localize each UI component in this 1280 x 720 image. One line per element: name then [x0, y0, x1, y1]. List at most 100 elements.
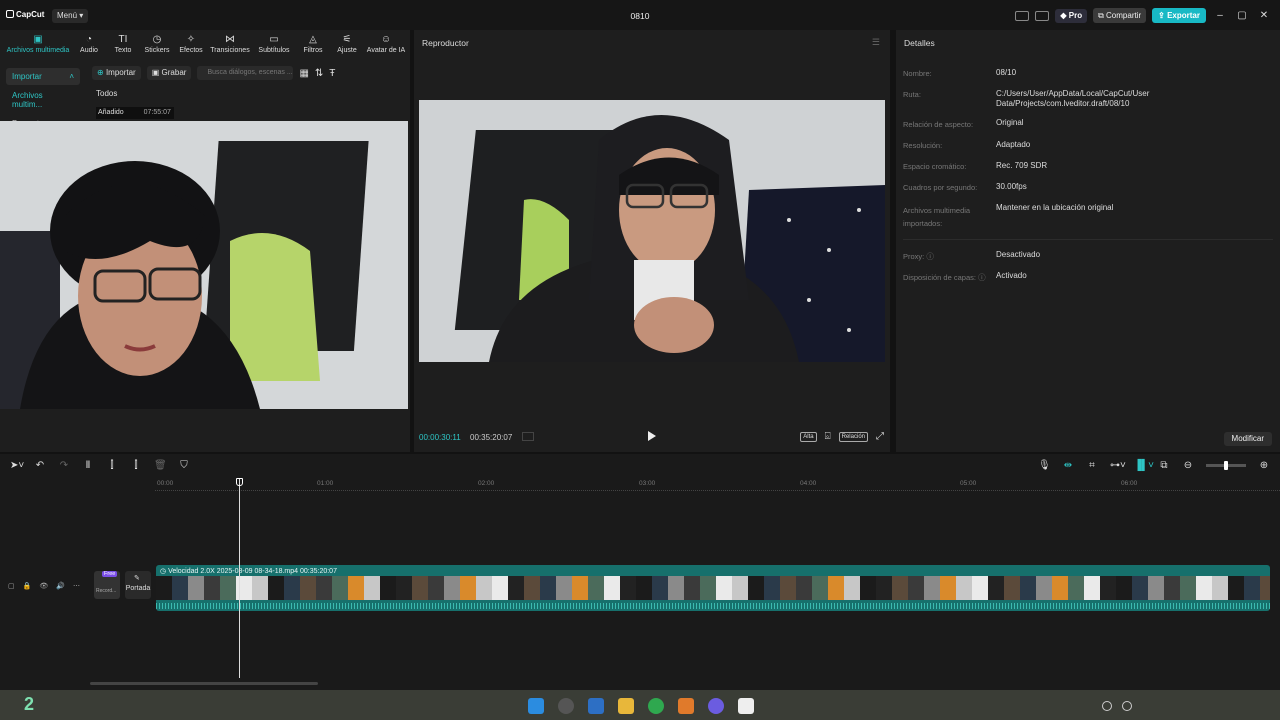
playhead-handle[interactable] — [236, 478, 243, 486]
info-icon[interactable]: ⓘ — [978, 273, 986, 282]
filter-icon[interactable]: Ŧ — [329, 68, 335, 79]
link-icon[interactable]: ⇹ — [1062, 460, 1074, 471]
clip-frame — [412, 576, 428, 600]
minimize-icon[interactable]: – — [1212, 10, 1228, 21]
quality-button[interactable]: Alta — [800, 431, 817, 442]
time-ruler[interactable]: 00:00 01:00 02:00 03:00 04:00 05:00 06:0… — [155, 480, 1280, 492]
timeline-scrollbar[interactable] — [90, 682, 318, 685]
tab-adjust[interactable]: ⚟ Ajuste — [330, 32, 364, 54]
chrome-icon[interactable] — [648, 698, 664, 714]
trim-right-icon[interactable]: ⫿ — [130, 460, 142, 471]
ratio-button[interactable]: Relación — [838, 431, 868, 442]
import-button[interactable]: ⊕ Importar — [92, 66, 141, 80]
tab-audio[interactable]: ◔ Audio — [72, 32, 106, 54]
volume-icon[interactable]: 🔊 — [56, 582, 65, 590]
share-button[interactable]: ⧉ Compartir — [1093, 8, 1147, 23]
search-icon[interactable] — [558, 698, 574, 714]
track-toggle-icon[interactable]: ▢ — [8, 582, 15, 590]
app-icon[interactable] — [678, 698, 694, 714]
zoom-out-icon[interactable]: ⊖ — [1182, 460, 1194, 471]
tab-subtitles[interactable]: ▭ Subtítulos — [252, 32, 296, 54]
snap-icon[interactable]: ⌗ — [1086, 460, 1098, 471]
total-time: 00:35:20:07 — [470, 433, 513, 442]
clip-frame — [812, 576, 828, 600]
sort-icon[interactable]: ⇅ — [315, 68, 323, 79]
detail-label-imported: Archivos multimedia importados: — [903, 206, 971, 228]
zoom-in-icon[interactable]: ⊕ — [1258, 460, 1270, 471]
microphone-icon[interactable]: 🎙 — [1038, 460, 1051, 471]
screenshot-icon[interactable]: ⌺ — [825, 431, 831, 442]
video-clip[interactable]: ◷ Velocidad 2.0X 2025-08-09 08-34-18.mp4… — [156, 565, 1270, 611]
caption-icon[interactable]: ⧉ — [1158, 460, 1170, 471]
tab-ai-avatar[interactable]: ☺ Avatar de IA — [364, 32, 408, 54]
grid-view-icon[interactable]: ▦ — [299, 68, 308, 79]
pro-button[interactable]: ◆ Pro — [1055, 8, 1088, 23]
maximize-icon[interactable]: ▢ — [1234, 10, 1250, 21]
media-thumbnail[interactable]: Añadido 07:55:07 — [96, 107, 174, 119]
clip-frame — [172, 576, 188, 600]
timecode-toggle-icon[interactable] — [522, 432, 534, 441]
chain-icon[interactable]: ⊶˅ — [1110, 460, 1126, 471]
fullscreen-icon[interactable]: ⤢ — [876, 431, 884, 442]
split-icon[interactable]: Ⅱ — [82, 460, 94, 471]
search-input[interactable]: Busca diálogos, escenas ... — [197, 66, 294, 80]
tab-text[interactable]: TI Texto — [106, 32, 140, 54]
clip-frame — [716, 576, 732, 600]
layout-icon[interactable] — [1015, 10, 1030, 21]
capcut-taskbar-icon[interactable] — [738, 698, 754, 714]
preview-axis-icon[interactable]: ▐▌˅ — [1134, 460, 1154, 471]
info-icon[interactable]: ⓘ — [926, 252, 934, 261]
tab-stickers[interactable]: ◷ Stickers — [140, 32, 174, 54]
pro-label: Pro — [1068, 10, 1083, 20]
video-preview[interactable] — [419, 100, 885, 362]
side-item-import[interactable]: Importar ˄ — [6, 68, 80, 85]
tab-filters[interactable]: ◬ Filtros — [296, 32, 330, 54]
clip-frame — [764, 576, 780, 600]
shield-icon[interactable]: ⛉ — [178, 460, 190, 471]
tab-label: Texto — [114, 47, 132, 54]
select-tool-icon[interactable]: ➤˅ — [10, 460, 24, 471]
details-divider — [903, 239, 1273, 240]
detail-value-colorspace: Rec. 709 SDR — [996, 161, 1048, 170]
cover-button[interactable]: ✎ Portada — [125, 571, 151, 599]
record-button[interactable]: ▣ Grabar — [146, 66, 192, 80]
tool-tabs: ▣ Archivos multimedia ◔ Audio TI Texto ◷ Sti… — [4, 32, 408, 54]
player-menu-icon[interactable]: ☰ — [872, 37, 880, 48]
folder-icon[interactable] — [618, 698, 634, 714]
detail-value-layers: Activado — [996, 271, 1027, 280]
tab-effects[interactable]: ✧ Efectos — [174, 32, 208, 54]
tab-media[interactable]: ▣ Archivos multimedia — [4, 32, 72, 54]
redo-icon[interactable]: ↷ — [58, 460, 70, 471]
keyboard-icon[interactable] — [1035, 10, 1050, 21]
delete-icon[interactable]: 🗑 — [154, 460, 167, 471]
eye-icon[interactable]: 👁 — [39, 582, 48, 590]
clip-frame — [188, 576, 204, 600]
player-controls: Alta ⌺ Relación ⤢ — [800, 431, 884, 442]
detail-value-path: C:/Users/User/AppData/Local/CapCut/User … — [996, 89, 1150, 108]
clip-frame — [300, 576, 316, 600]
clip-frame — [604, 576, 620, 600]
tab-transitions[interactable]: ⋈ Transiciones — [208, 32, 252, 54]
trim-left-icon[interactable]: ⫿ — [106, 460, 118, 471]
more-icon[interactable]: ⋯ — [73, 582, 80, 590]
export-button[interactable]: ⇪ Exportar — [1152, 8, 1206, 23]
undo-icon[interactable]: ↶ — [34, 460, 46, 471]
store-icon[interactable] — [588, 698, 604, 714]
tray-app-icon[interactable] — [1122, 701, 1132, 711]
ruler-line — [155, 490, 1280, 491]
tray-app-icon[interactable] — [1102, 701, 1112, 711]
windows-start-icon[interactable] — [528, 698, 544, 714]
playhead[interactable] — [239, 478, 240, 678]
zoom-knob[interactable] — [1224, 461, 1228, 470]
zoom-slider[interactable] — [1206, 461, 1246, 470]
side-item-media-files[interactable]: Archivos multim... — [6, 87, 80, 113]
modify-button[interactable]: Modificar — [1223, 432, 1272, 446]
edit-icon: ✎ — [134, 575, 140, 582]
lock-icon[interactable]: 🔒 — [23, 582, 32, 590]
discord-icon[interactable] — [708, 698, 724, 714]
menu-button[interactable]: Menú ▾ — [52, 9, 89, 23]
filter-all-tab[interactable]: Todos — [96, 89, 117, 98]
clip-frame — [284, 576, 300, 600]
play-icon[interactable] — [648, 431, 656, 441]
close-icon[interactable]: ✕ — [1256, 10, 1272, 21]
